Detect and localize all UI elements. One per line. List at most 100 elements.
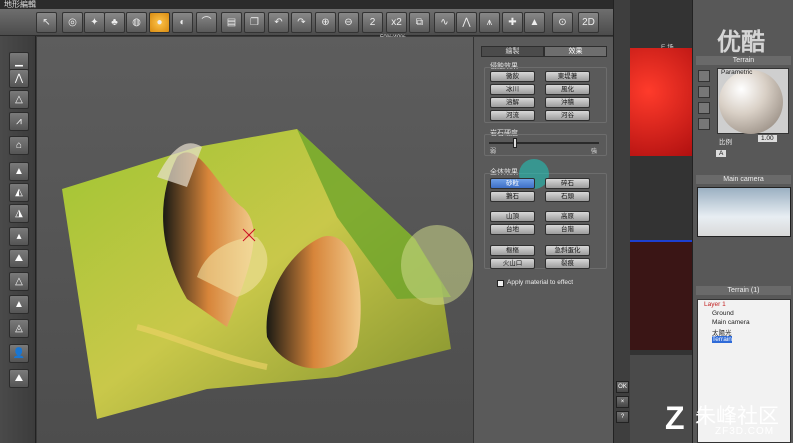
apply-material-checkbox[interactable] xyxy=(497,280,504,287)
material-icon-2[interactable] xyxy=(698,86,710,98)
dish-icon[interactable]: ⌒ xyxy=(196,12,217,33)
global-button-8[interactable]: 台階 xyxy=(545,224,590,235)
add-icon[interactable]: ✚ xyxy=(502,12,523,33)
rock-hardness-max: 強 xyxy=(591,149,598,155)
background-dark-view xyxy=(630,240,692,350)
tree-item-ground[interactable]: Ground xyxy=(712,310,734,317)
peak-icon[interactable]: ⩚ xyxy=(479,12,500,33)
rock-hardness-group xyxy=(484,134,607,156)
terrain-preview-icon[interactable]: ⛰ xyxy=(9,369,29,388)
globe-icon[interactable]: ◍ xyxy=(126,12,147,33)
ok-button[interactable]: OK xyxy=(616,381,629,393)
scale-label: 比例 xyxy=(719,139,732,146)
mountain-g-icon[interactable]: ▲ xyxy=(9,295,29,314)
frame-icon[interactable]: ⧉ xyxy=(409,12,430,33)
watermark-logo-icon: Z xyxy=(665,400,685,436)
tree-item-layer[interactable]: Layer 1 xyxy=(704,301,726,308)
mountain-f-icon[interactable]: △ xyxy=(9,272,29,291)
global-button-2[interactable]: 碎石 xyxy=(545,178,590,189)
channel-select[interactable]: A xyxy=(716,150,727,157)
document-icon[interactable]: ▤ xyxy=(221,12,242,33)
cancel-button[interactable]: × xyxy=(616,396,629,408)
global-button-10[interactable]: 急斜蛋化 xyxy=(545,245,590,256)
window-title: 地形編輯 xyxy=(0,0,630,9)
global-button-1[interactable]: 砂粒 xyxy=(490,178,535,189)
watermark-url: ZF3D.COM xyxy=(715,426,775,437)
material-icon-4[interactable] xyxy=(698,118,710,130)
effects-panel: 繪製 效果 侵蝕效果 黴飲 東堤著 冰川 風化 溶解 沖積 河流 河谷 岩石硬度… xyxy=(473,37,613,443)
erosion-button-5[interactable]: 溶解 xyxy=(490,97,535,108)
global-button-9[interactable]: 樞樞 xyxy=(490,245,535,256)
apply-material-label: Apply material to effect xyxy=(507,279,573,286)
undo-icon[interactable]: ↶ xyxy=(268,12,289,33)
tab-paint[interactable]: 繪製 xyxy=(481,46,544,57)
watermark-top: 优酷 xyxy=(717,29,765,56)
zoom-view-icon[interactable]: ◎ xyxy=(62,12,83,33)
global-button-12[interactable]: 裂痕 xyxy=(545,258,590,269)
arrow-tool-icon[interactable]: ↖ xyxy=(36,12,57,33)
portrait-icon[interactable]: 👤 xyxy=(9,344,29,363)
erosion-button-2[interactable]: 東堤著 xyxy=(545,71,590,82)
center-icon[interactable]: ⊙ xyxy=(552,12,573,33)
rock-hardness-min: 弱 xyxy=(490,149,497,155)
erosion-button-7[interactable]: 河流 xyxy=(490,110,535,121)
erosion-button-3[interactable]: 冰川 xyxy=(490,84,535,95)
material-sphere xyxy=(719,70,783,134)
redo-icon[interactable]: ↷ xyxy=(291,12,312,33)
landscape-icon[interactable]: ▲ xyxy=(524,12,545,33)
mountain-b-icon[interactable]: ◭ xyxy=(9,183,29,202)
copy-icon[interactable]: ❐ xyxy=(244,12,265,33)
global-button-7[interactable]: 台地 xyxy=(490,224,535,235)
sphere-icon[interactable]: ◐ xyxy=(172,12,193,33)
tree-header: Terrain (1) xyxy=(696,286,791,295)
help-button[interactable]: ? xyxy=(616,411,629,423)
top-toolbar: ↖ ◎ ✦ ♣ ◍ ● ◐ ⌒ ▤ ❐ ↶ ↷ ⊕ ⊖ 2 x2 ⧉ ∿ ⋀ ⩚… xyxy=(0,9,630,41)
double-scale-button[interactable]: x2 xyxy=(386,12,407,33)
panel-tabs: 繪製 效果 xyxy=(481,46,607,57)
tree-icon[interactable]: ♣ xyxy=(104,12,125,33)
mountain-d-icon[interactable]: ▴ xyxy=(9,227,29,246)
2d-view-icon[interactable]: 2D xyxy=(578,12,599,33)
material-icon-1[interactable] xyxy=(698,70,710,82)
erosion-button-8[interactable]: 河谷 xyxy=(545,110,590,121)
rock-hardness-slider[interactable] xyxy=(489,142,599,144)
camera-header: Main camera xyxy=(696,175,791,184)
material-name: Parametric xyxy=(721,69,753,76)
background-red-view xyxy=(630,48,692,156)
mountain-h-icon[interactable]: ◬ xyxy=(9,319,29,338)
mountain-e-icon[interactable]: ⛰ xyxy=(9,249,29,268)
material-icon-3[interactable] xyxy=(698,102,710,114)
terrain-render xyxy=(62,129,473,419)
peak-add-icon[interactable]: ⩘ xyxy=(9,112,29,131)
sphere-shaded-icon[interactable]: ● xyxy=(149,12,170,33)
tree-item-terrain[interactable]: Terrain xyxy=(712,336,732,343)
spot-icon[interactable]: ✦ xyxy=(84,12,105,33)
half-scale-button[interactable]: 2 xyxy=(362,12,383,33)
rock-hardness-thumb[interactable] xyxy=(513,138,517,148)
wave-icon[interactable]: ∿ xyxy=(434,12,455,33)
material-header: Terrain xyxy=(696,56,791,65)
global-button-6[interactable]: 高原 xyxy=(545,211,590,222)
mountain-a-icon[interactable]: ▲ xyxy=(9,162,29,181)
ridge-icon[interactable]: ⋀ xyxy=(9,69,29,88)
erosion-button-1[interactable]: 黴飲 xyxy=(490,71,535,82)
hill-icon[interactable]: △ xyxy=(9,90,29,109)
tab-effects[interactable]: 效果 xyxy=(544,46,607,57)
zoom-out-icon[interactable]: ⊖ xyxy=(338,12,359,33)
erosion-button-4[interactable]: 風化 xyxy=(545,84,590,95)
tree-item-camera[interactable]: Main camera xyxy=(712,319,750,326)
global-button-4[interactable]: 石頭 xyxy=(545,191,590,202)
mountain-c-icon[interactable]: ◮ xyxy=(9,204,29,223)
global-button-3[interactable]: 鵝石 xyxy=(490,191,535,202)
camera-preview[interactable] xyxy=(697,187,791,237)
global-button-5[interactable]: 山頂 xyxy=(490,211,535,222)
erosion-button-6[interactable]: 沖積 xyxy=(545,97,590,108)
zoom-in-icon[interactable]: ⊕ xyxy=(315,12,336,33)
dialog-strip: OK × ? xyxy=(613,0,630,443)
left-toolbar: ▁ ⋀ △ ⩘ ⌂ ▲ ◭ ◮ ▴ ⛰ △ ▲ ◬ 👤 ⛰ xyxy=(0,36,36,443)
terrain-viewport[interactable] xyxy=(37,37,473,443)
scale-value[interactable]: 1.00 xyxy=(758,135,777,142)
mountain-icon[interactable]: ⋀ xyxy=(456,12,477,33)
dome-icon[interactable]: ⌂ xyxy=(9,136,29,155)
global-button-11[interactable]: 火山口 xyxy=(490,258,535,269)
